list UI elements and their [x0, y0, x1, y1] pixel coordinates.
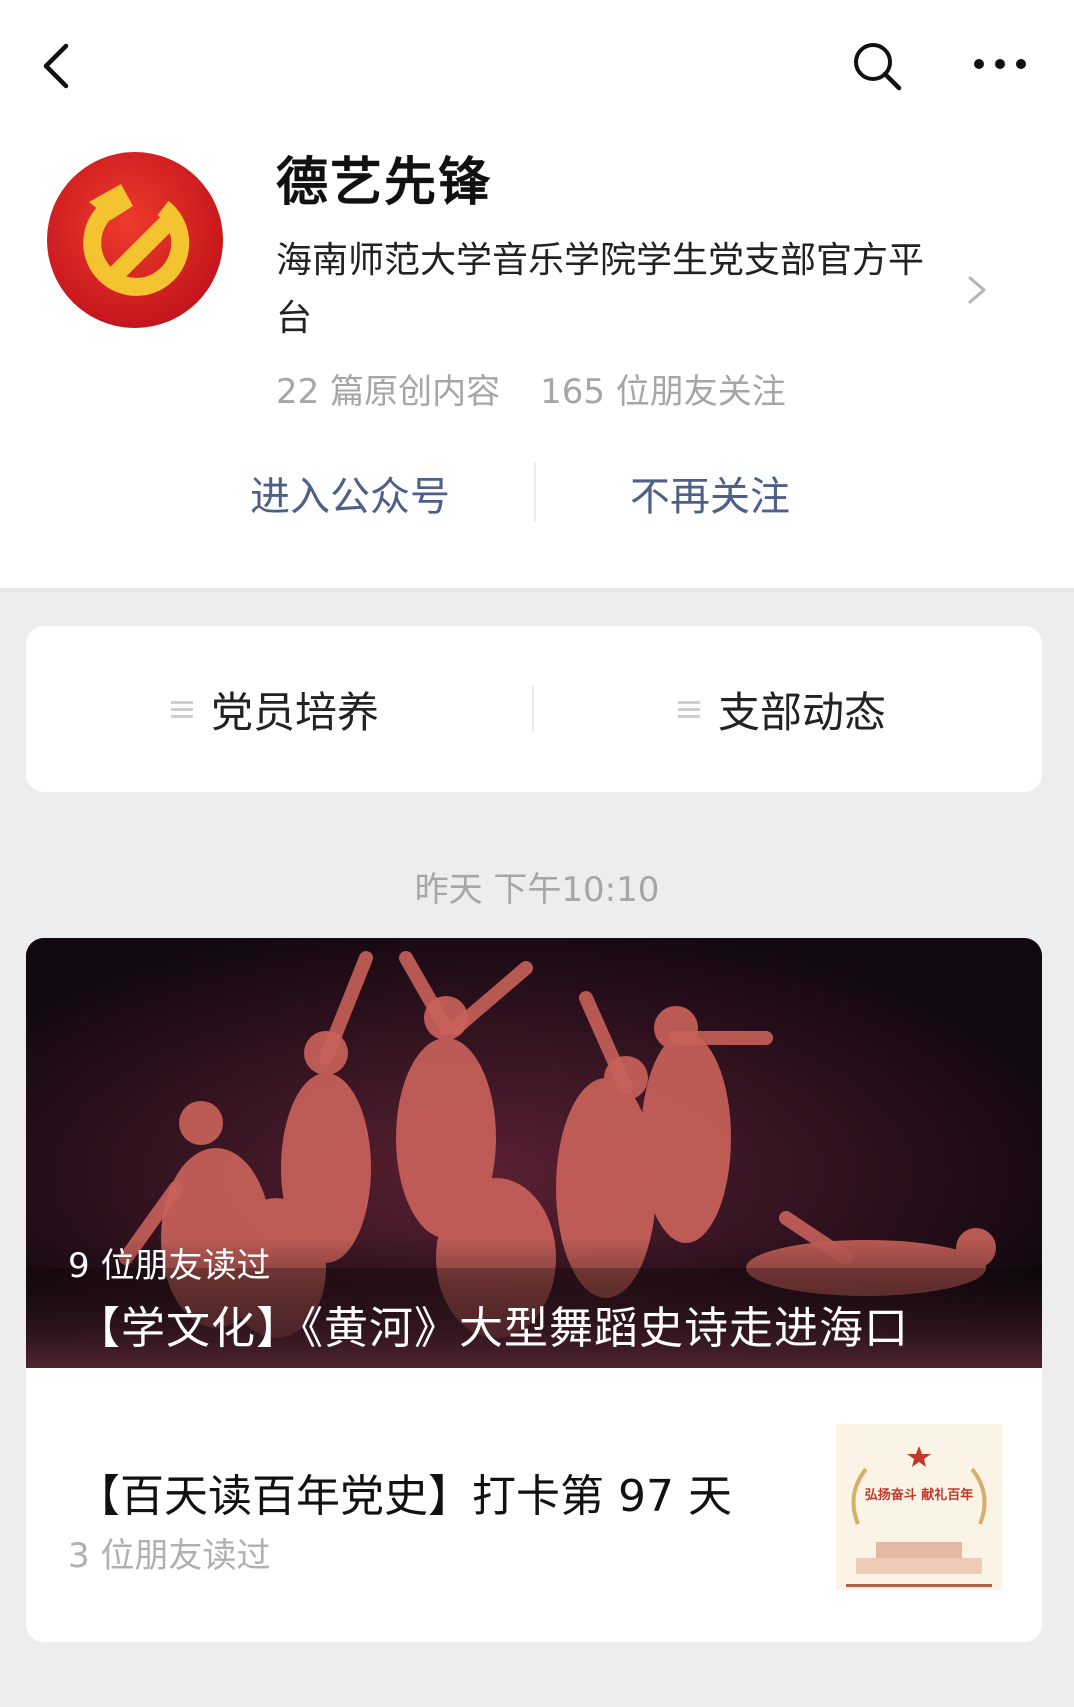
account-stats: 22 篇原创内容 165 位朋友关注: [276, 364, 786, 413]
original-count: 22 篇原创内容: [276, 372, 501, 412]
menu-divider: [532, 686, 534, 732]
account-description: 海南师范大学音乐学院学生党支部官方平台: [276, 240, 925, 339]
menu-item-branch-news[interactable]: 支部动态: [678, 626, 1074, 792]
unfollow-button[interactable]: 不再关注: [560, 462, 860, 532]
account-avatar: [45, 150, 225, 330]
menu-item-party-training[interactable]: 党员培养: [171, 626, 571, 792]
search-icon[interactable]: [845, 34, 909, 98]
article-cover[interactable]: 9 位朋友读过 【学文化】《黄河》大型舞蹈史诗走进海口: [26, 938, 1042, 1368]
article-title: 【百天读百年党史】打卡第 97 天: [76, 1471, 732, 1522]
enter-account-button[interactable]: 进入公众号: [200, 462, 500, 532]
thumbnail-caption: 弘扬奋斗 献礼百年: [864, 1488, 974, 1503]
section-divider: [0, 588, 1074, 592]
more-dots-icon[interactable]: [965, 34, 1035, 98]
article-read-count: 9 位朋友读过: [68, 1246, 271, 1286]
article-read-count: 3 位朋友读过: [68, 1536, 271, 1576]
menu-lines-icon: [678, 701, 700, 718]
back-arrow-icon[interactable]: [30, 36, 90, 96]
message-timestamp: 昨天 下午10:10: [414, 870, 660, 910]
menu-bar: 党员培养 支部动态: [26, 626, 1042, 792]
action-divider: [534, 462, 536, 522]
follower-count: 165 位朋友关注: [540, 372, 786, 412]
article-thumbnail: 弘扬奋斗 献礼百年: [836, 1424, 1002, 1590]
menu-item-label: 党员培养: [211, 687, 380, 737]
article-title: 【学文化】《黄河》大型舞蹈史诗走进海口: [76, 1303, 909, 1354]
account-name: 德艺先锋: [276, 153, 493, 213]
menu-lines-icon: [171, 701, 193, 718]
chevron-right-icon[interactable]: [962, 270, 992, 310]
article-list-item[interactable]: 【百天读百年党史】打卡第 97 天 3 位朋友读过 弘扬奋斗 献礼百年: [26, 1368, 1042, 1642]
article-card: 9 位朋友读过 【学文化】《黄河》大型舞蹈史诗走进海口 【百天读百年党史】打卡第…: [26, 938, 1042, 1642]
menu-item-label: 支部动态: [718, 687, 887, 737]
